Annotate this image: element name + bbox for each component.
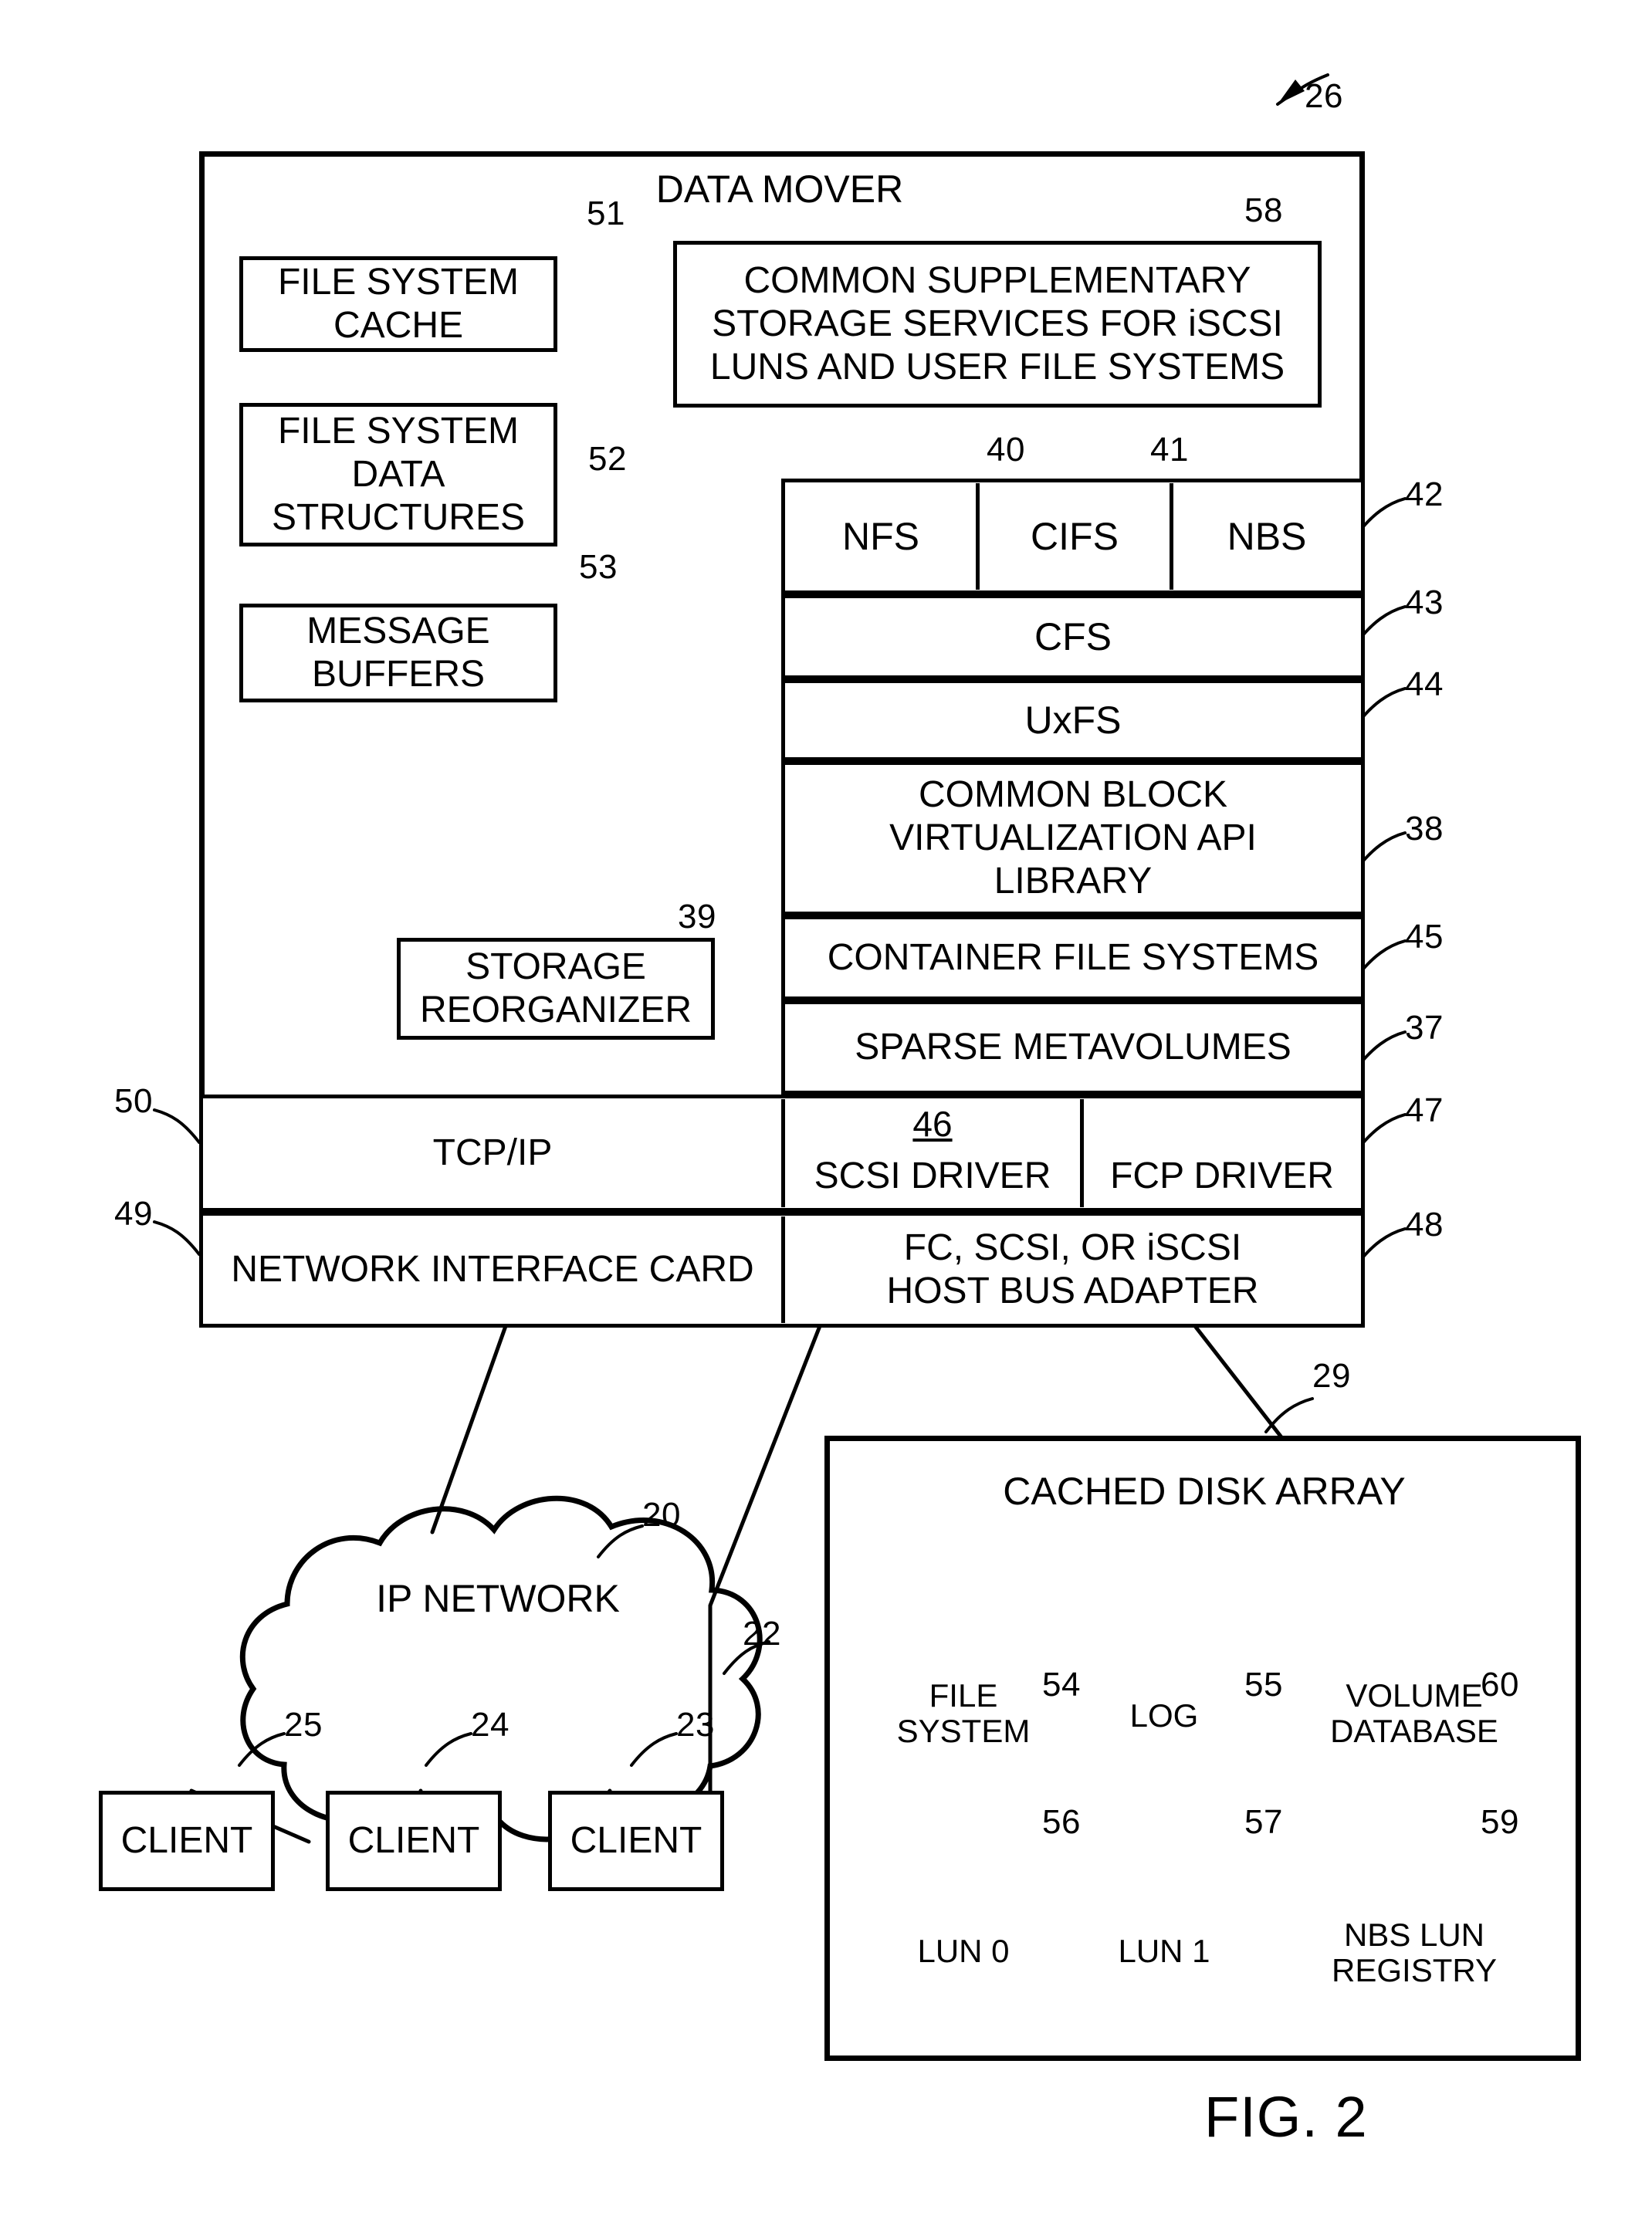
ref-41: 41: [1150, 431, 1189, 469]
uxfs-layer: UxFS: [781, 679, 1365, 761]
nbs-cell: NBS: [1227, 515, 1307, 558]
ref-49: 49: [114, 1195, 153, 1233]
scsi-driver-cell: SCSI DRIVER: [814, 1155, 1051, 1197]
hba-cell: FC, SCSI, OR iSCSI HOST BUS ADAPTER: [785, 1216, 1360, 1323]
cylinder-log: LOG: [1092, 1690, 1237, 1741]
ref-23: 23: [676, 1706, 715, 1744]
cached-disk-array-title: CACHED DISK ARRAY: [1003, 1470, 1406, 1513]
storage-reorganizer-box: STORAGE REORGANIZER: [397, 938, 715, 1040]
supplementary-services-box: COMMON SUPPLEMENTARY STORAGE SERVICES FO…: [673, 241, 1322, 408]
figure-label: FIG. 2: [1204, 2085, 1368, 2149]
ref-53: 53: [579, 548, 618, 586]
file-system-data-structures-box: FILE SYSTEM DATA STRUCTURES: [239, 403, 557, 546]
container-file-systems-layer: CONTAINER FILE SYSTEMS: [781, 915, 1365, 1000]
supplementary-services-label: COMMON SUPPLEMENTARY STORAGE SERVICES FO…: [709, 260, 1285, 387]
ref-59: 59: [1481, 1803, 1519, 1841]
cylinder-file-system: FILE SYSTEM: [880, 1667, 1047, 1760]
ref-44: 44: [1405, 665, 1444, 703]
hba-label: FC, SCSI, OR iSCSI HOST BUS ADAPTER: [886, 1227, 1259, 1311]
cylinder-volume-database-label: VOLUME DATABASE: [1330, 1677, 1498, 1749]
cylinder-lun-0: LUN 0: [880, 1926, 1047, 1977]
ref-26: 26: [1305, 77, 1343, 115]
ref-45: 45: [1405, 918, 1444, 956]
message-buffers-label: MESSAGE BUFFERS: [306, 611, 490, 695]
patent-figure-page: DATA MOVER 26 FILE SYSTEM CACHE 51 FILE …: [0, 0, 1652, 2223]
ref-38: 38: [1405, 810, 1444, 848]
file-system-cache-label: FILE SYSTEM CACHE: [277, 262, 520, 346]
cylinder-nbs-lun-registry: NBS LUN REGISTRY: [1325, 1907, 1504, 1999]
cylinder-nbs-lun-registry-label: NBS LUN REGISTRY: [1332, 1916, 1497, 1988]
ref-22: 22: [743, 1615, 781, 1653]
fcp-driver-cell: FCP DRIVER: [1110, 1155, 1334, 1197]
cfs-layer: CFS: [781, 594, 1365, 679]
ref-55: 55: [1244, 1666, 1283, 1704]
tcpip-cell: TCP/IP: [432, 1132, 553, 1174]
ref-57: 57: [1244, 1803, 1283, 1841]
nfs-cell: NFS: [842, 515, 919, 558]
ref-47: 47: [1405, 1091, 1444, 1129]
storage-reorganizer-label: STORAGE REORGANIZER: [419, 946, 692, 1030]
ref-51: 51: [587, 195, 625, 232]
ref-48: 48: [1405, 1206, 1444, 1243]
message-buffers-box: MESSAGE BUFFERS: [239, 604, 557, 702]
sparse-metavolumes-layer: SPARSE METAVOLUMES: [781, 1000, 1365, 1095]
file-system-data-structures-label: FILE SYSTEM DATA STRUCTURES: [271, 411, 525, 538]
ref-25: 25: [284, 1706, 323, 1744]
ref-43: 43: [1405, 584, 1444, 621]
scsi-driver-ref-46: 46: [912, 1104, 953, 1145]
client-box-25: CLIENT: [99, 1791, 275, 1891]
cylinder-lun-1: LUN 1: [1092, 1926, 1237, 1977]
ref-52: 52: [588, 440, 627, 478]
common-block-virtualization-label: COMMON BLOCK VIRTUALIZATION API LIBRARY: [889, 774, 1257, 902]
file-system-cache-box: FILE SYSTEM CACHE: [239, 256, 557, 352]
common-block-virtualization-layer: COMMON BLOCK VIRTUALIZATION API LIBRARY: [781, 761, 1365, 915]
ip-network-label: IP NETWORK: [376, 1577, 620, 1620]
ref-58: 58: [1244, 191, 1283, 229]
ref-37: 37: [1405, 1009, 1444, 1047]
ref-40: 40: [987, 431, 1025, 469]
nic-cell: NETWORK INTERFACE CARD: [231, 1249, 754, 1291]
cylinder-volume-database: VOLUME DATABASE: [1325, 1667, 1504, 1760]
cylinder-file-system-label: FILE SYSTEM: [896, 1677, 1031, 1749]
ref-39: 39: [678, 898, 716, 936]
cifs-cell: CIFS: [1031, 515, 1119, 558]
client-box-24: CLIENT: [326, 1791, 502, 1891]
cylinder-lun-0-label: LUN 0: [917, 1932, 1010, 1969]
cylinder-log-label: LOG: [1129, 1697, 1199, 1734]
ref-24: 24: [471, 1706, 509, 1744]
ref-56: 56: [1042, 1803, 1081, 1841]
ref-60: 60: [1481, 1666, 1519, 1704]
ref-42: 42: [1405, 475, 1444, 513]
ref-29: 29: [1312, 1357, 1351, 1395]
ref-50: 50: [114, 1082, 153, 1120]
cylinder-lun-1-label: LUN 1: [1118, 1932, 1210, 1969]
ref-20: 20: [642, 1496, 681, 1534]
client-box-23: CLIENT: [548, 1791, 724, 1891]
ref-54: 54: [1042, 1666, 1081, 1704]
